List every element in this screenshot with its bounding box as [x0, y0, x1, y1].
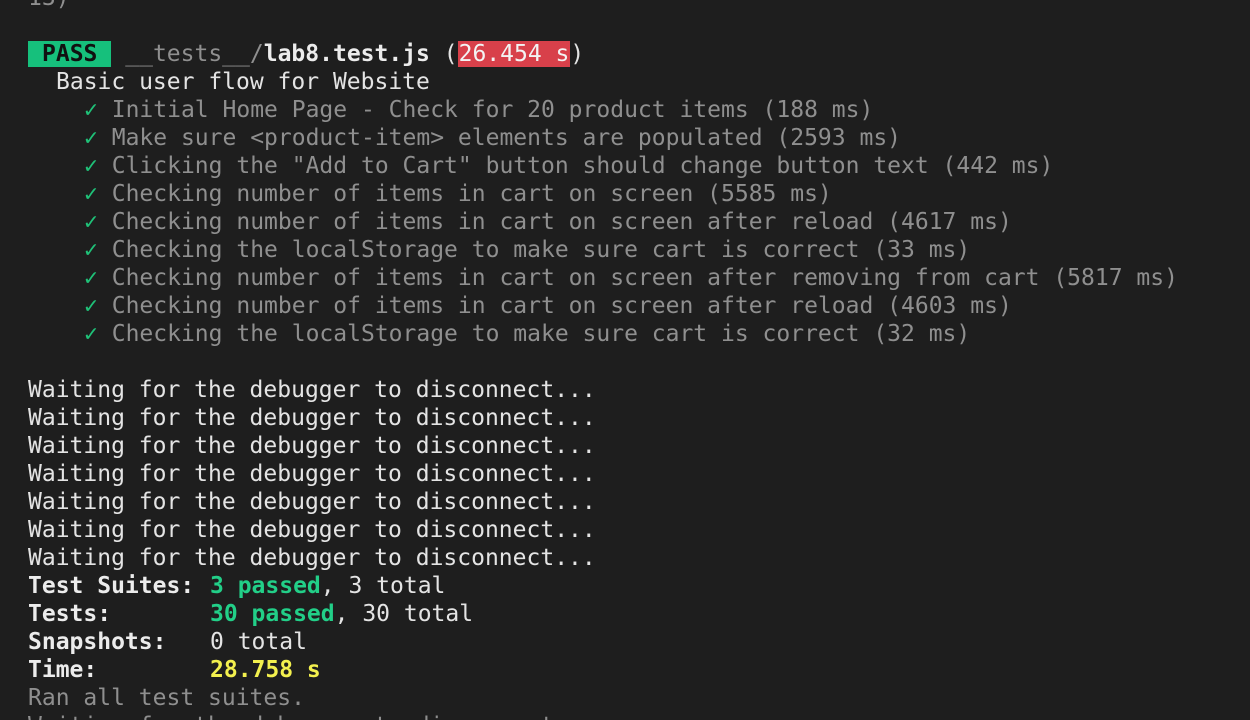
debugger-message: Waiting for the debugger to disconnect..…: [28, 489, 596, 515]
check-icon: ✓: [84, 265, 98, 291]
check-icon: ✓: [84, 209, 98, 235]
check-icon: ✓: [84, 237, 98, 263]
test-case-name: Checking the localStorage to make sure c…: [111, 321, 971, 347]
tests-passed-count: 30 passed: [210, 601, 335, 627]
test-path-dir: __tests__/: [125, 41, 264, 67]
slow-duration-badge: 26.454 s: [457, 41, 571, 67]
summary-label: Snapshots:: [28, 629, 167, 655]
check-icon: ✓: [84, 181, 98, 207]
debugger-message: Waiting for the debugger to disconnect..…: [28, 517, 596, 543]
suites-total-count: , 3 total: [320, 573, 446, 599]
summary-label: Test Suites:: [28, 573, 195, 599]
check-icon: ✓: [84, 321, 98, 347]
test-case: ✓ Checking the localStorage to make sure…: [28, 320, 1250, 348]
test-case: ✓ Checking number of items in cart on sc…: [28, 292, 1250, 320]
partial-line-bottom: Waiting for the debugger to disconnect..…: [28, 712, 1250, 720]
debugger-message: Waiting for the debugger to disconnect..…: [28, 461, 596, 487]
test-summary: Test Suites: 3 passed, 3 total Tests: 30 p…: [28, 572, 1250, 720]
test-case-name: Make sure <product-item> elements are po…: [111, 125, 902, 151]
debugger-message: Waiting for the debugger to disconnect..…: [28, 377, 596, 403]
summary-label: Time:: [28, 657, 98, 683]
debugger-message: Waiting for the debugger to disconnect..…: [28, 545, 596, 571]
suites-passed-count: 3 passed: [210, 573, 321, 599]
test-case: ✓ Initial Home Page - Check for 20 produ…: [28, 96, 1250, 124]
test-case-name: Checking number of items in cart on scre…: [111, 209, 1012, 235]
check-icon: ✓: [84, 125, 98, 151]
snapshots-value: 0 total: [210, 629, 307, 655]
test-case-name: Clicking the "Add to Cart" button should…: [111, 153, 1054, 179]
partial-line-top: 13): [28, 0, 1250, 12]
test-case: ✓ Checking number of items in cart on sc…: [28, 208, 1250, 236]
paren-close: ): [570, 41, 585, 67]
summary-tests: Tests: 30 passed, 30 total: [28, 600, 1250, 628]
summary-time: Time: 28.758 s: [28, 656, 1250, 684]
test-case: ✓ Checking number of items in cart on sc…: [28, 180, 1250, 208]
pass-badge: PASS: [28, 41, 112, 67]
test-case-list: ✓ Initial Home Page - Check for 20 produ…: [28, 96, 1250, 348]
check-icon: ✓: [84, 293, 98, 319]
debugger-messages: Waiting for the debugger to disconnect..…: [28, 376, 1250, 572]
test-case: ✓ Make sure <product-item> elements are …: [28, 124, 1250, 152]
terminal-output: 13) PASS __tests__/lab8.test.js (26.454 …: [28, 0, 1250, 720]
paren-open: (: [429, 41, 458, 67]
test-file-result: PASS __tests__/lab8.test.js (26.454 s): [28, 40, 1250, 68]
test-case: ✓ Checking number of items in cart on sc…: [28, 264, 1250, 292]
test-case: ✓ Checking the localStorage to make sure…: [28, 236, 1250, 264]
test-case-name: Checking number of items in cart on scre…: [111, 181, 832, 207]
test-case-name: Checking the localStorage to make sure c…: [111, 237, 971, 263]
test-case-name: Checking number of items in cart on scre…: [111, 265, 1178, 291]
test-case: ✓ Clicking the "Add to Cart" button shou…: [28, 152, 1250, 180]
debugger-message: Waiting for the debugger to disconnect..…: [28, 433, 596, 459]
test-case-name: Initial Home Page - Check for 20 product…: [111, 97, 874, 123]
debugger-message: Waiting for the debugger to disconnect..…: [28, 405, 596, 431]
check-icon: ✓: [84, 97, 98, 123]
test-case-name: Checking number of items in cart on scre…: [111, 293, 1012, 319]
summary-snapshots: Snapshots: 0 total: [28, 628, 1250, 656]
summary-label: Tests:: [28, 601, 112, 627]
ran-all-message: Ran all test suites.: [28, 685, 305, 711]
describe-block-title: Basic user flow for Website: [56, 69, 430, 95]
test-filename: lab8.test.js: [263, 41, 430, 67]
terminal-window[interactable]: 13) PASS __tests__/lab8.test.js (26.454 …: [0, 0, 1250, 720]
summary-test-suites: Test Suites: 3 passed, 3 total: [28, 572, 1250, 600]
tests-total-count: , 30 total: [334, 601, 474, 627]
check-icon: ✓: [84, 153, 98, 179]
total-time-value: 28.758 s: [210, 657, 321, 683]
